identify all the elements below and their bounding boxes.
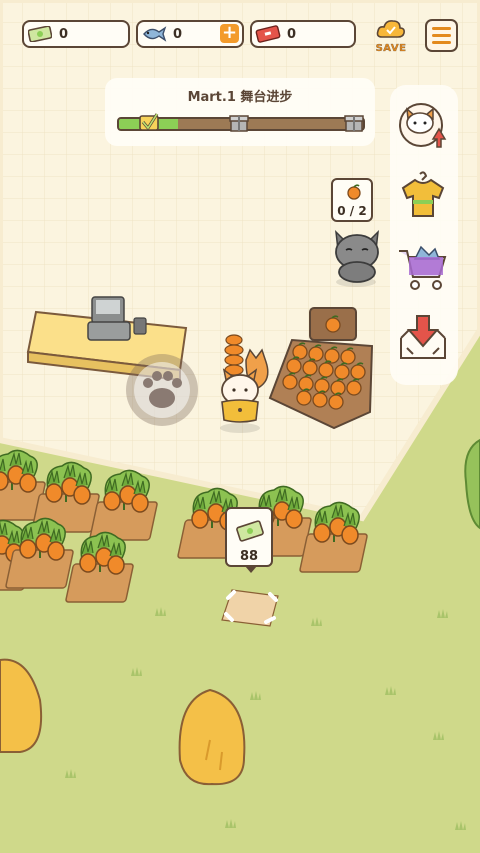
add-fish-button[interactable]: +: [220, 24, 239, 43]
customer-request-bubble: 0 / 2: [331, 178, 373, 222]
fish-counter: 0 +: [136, 20, 244, 48]
upgrade-staff-button[interactable]: [393, 95, 453, 155]
fish-icon: [141, 23, 167, 45]
customer-request-count: 0 / 2: [337, 204, 367, 218]
check-reward-icon: [139, 113, 159, 131]
build-price-tag[interactable]: 88: [225, 507, 273, 573]
stage-progress-title: Mart.1 舞台进步: [187, 90, 293, 105]
cash-counter: 0: [22, 20, 130, 48]
save-label: SAVE: [375, 43, 407, 54]
gift-box-icon: [344, 115, 364, 132]
customer-cat: [335, 229, 379, 287]
stock-drop-button[interactable]: [393, 308, 453, 368]
cat-upgrade-icon: [399, 103, 447, 148]
paw-joystick: [126, 354, 198, 426]
ticket-icon: [255, 23, 281, 45]
shirt-icon: [401, 171, 445, 217]
cash-note-icon: [236, 520, 264, 542]
box-download-icon: [400, 315, 446, 359]
save-button[interactable]: SAVE: [373, 18, 409, 54]
shop-cart-button[interactable]: [393, 237, 453, 297]
fish-value: 0: [173, 26, 183, 42]
gift-box-icon: [229, 115, 249, 132]
stage-progress-panel: Mart.1 舞台进步: [105, 78, 375, 146]
outfit-button[interactable]: [393, 166, 453, 226]
orange-icon: [347, 184, 361, 200]
ticket-value: 0: [287, 26, 297, 42]
cash-note-icon: [27, 23, 53, 45]
build-price-value: 88: [239, 549, 259, 564]
cash-value: 0: [59, 26, 69, 42]
hamburger-menu-icon[interactable]: [425, 19, 458, 52]
save-cloud-icon: [376, 19, 406, 43]
shopping-cart-icon: [399, 245, 447, 290]
build-spot-marker: [221, 589, 279, 627]
ticket-counter: 0: [250, 20, 356, 48]
